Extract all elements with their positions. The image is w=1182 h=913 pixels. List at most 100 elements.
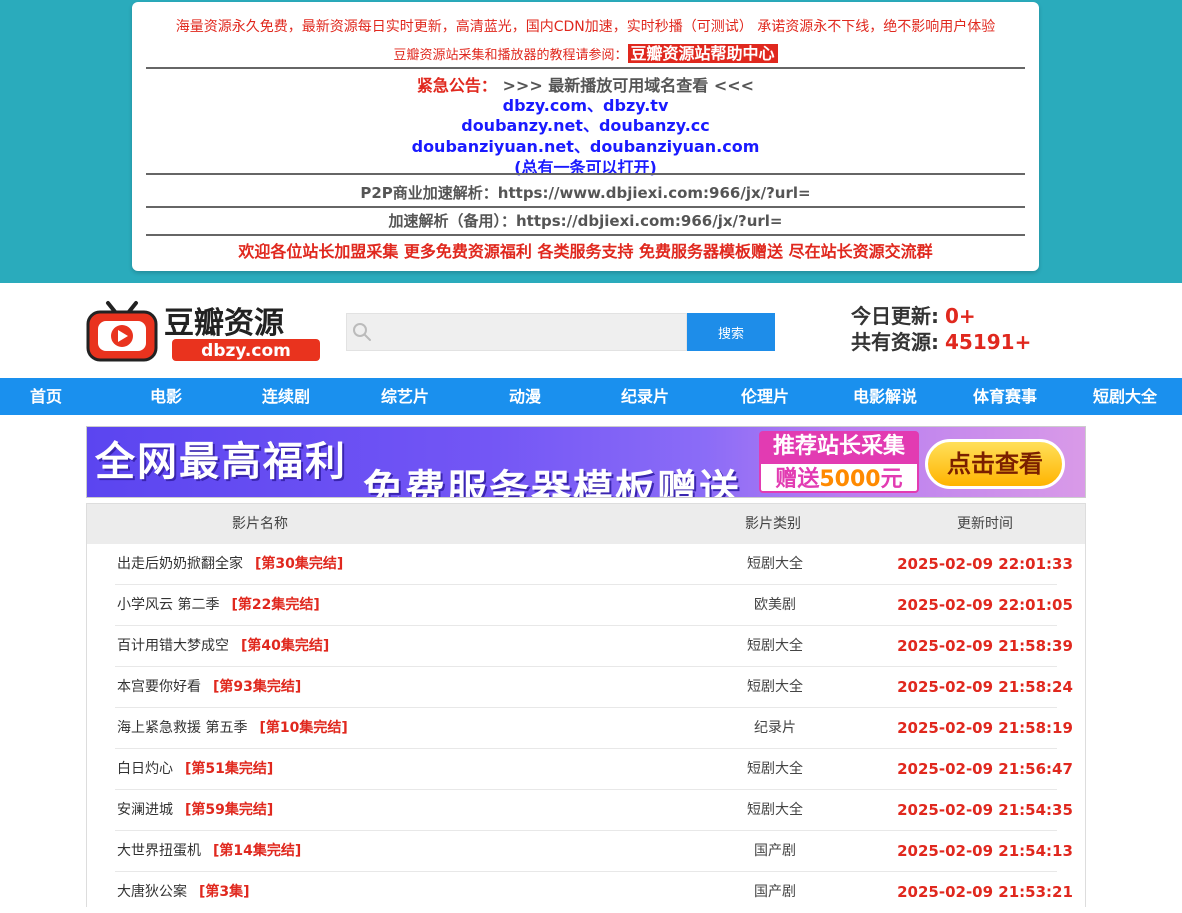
tv-logo-icon: 豆瓣资源 dbzy.com — [86, 301, 320, 362]
search-icon — [352, 322, 372, 342]
total-label: 共有资源: — [851, 330, 939, 354]
header-time: 更新时间 — [957, 516, 1013, 532]
movie-title-cell: 安澜进城 [第59集完结] — [117, 790, 273, 830]
movie-title-cell: 白日灼心 [第51集完结] — [117, 749, 273, 789]
nav-item-commentary[interactable]: 电影解说 — [825, 378, 945, 415]
update-table: 影片名称 影片类别 更新时间 出走后奶奶掀翻全家 [第30集完结] 短剧大全 20… — [86, 503, 1086, 907]
update-time: 2025-02-09 21:58:19 — [897, 719, 1073, 737]
today-updates: 今日更新: 0+ — [851, 303, 1031, 329]
movie-title[interactable]: 小学风云 第二季 — [117, 597, 219, 613]
update-time: 2025-02-09 21:53:21 — [897, 883, 1073, 901]
ad-tag-prefix: 赠送 — [775, 467, 820, 492]
update-time: 2025-02-09 21:58:39 — [897, 637, 1073, 655]
movie-title-cell: 小学风云 第二季 [第22集完结] — [117, 585, 320, 625]
logo-text-cn: 豆瓣资源 — [164, 306, 284, 341]
update-time: 2025-02-09 22:01:05 — [897, 596, 1073, 614]
movie-title[interactable]: 大唐狄公案 — [117, 884, 187, 900]
search-bar: 搜索 — [346, 313, 776, 351]
notice-help-prefix: 豆瓣资源站采集和播放器的教程请参阅： — [393, 48, 628, 63]
movie-title[interactable]: 出走后奶奶掀翻全家 — [117, 556, 243, 572]
welcome-text: 欢迎各位站长加盟采集 更多免费资源福利 各类服务支持 免费服务器模板赠送 尽在站… — [238, 242, 933, 261]
movie-title[interactable]: 海上紧急救援 第五季 — [117, 720, 247, 736]
nav-item-series[interactable]: 连续剧 — [226, 378, 346, 415]
episode-status: [第30集完结] — [255, 556, 344, 572]
nav-item-variety[interactable]: 综艺片 — [345, 378, 465, 415]
table-header: 影片名称 影片类别 更新时间 — [87, 504, 1085, 544]
update-time: 2025-02-09 21:58:24 — [897, 678, 1073, 696]
movie-title-cell: 出走后奶奶掀翻全家 [第30集完结] — [117, 544, 343, 584]
movie-title-cell: 百计用错大梦成空 [第40集完结] — [117, 626, 329, 666]
update-stats: 今日更新: 0+ 共有资源: 45191+ — [851, 303, 1031, 355]
nav-item-ethics[interactable]: 伦理片 — [705, 378, 825, 415]
update-time: 2025-02-09 22:01:33 — [897, 555, 1073, 573]
total-count: 45191+ — [945, 330, 1032, 354]
nav-item-anime[interactable]: 动漫 — [465, 378, 585, 415]
movie-title[interactable]: 大世界扭蛋机 — [117, 843, 201, 859]
help-center-link[interactable]: 豆瓣资源站帮助中心 — [627, 44, 778, 63]
table-row[interactable]: 大世界扭蛋机 [第14集完结] 国产剧 2025-02-09 21:54:13 — [115, 831, 1073, 872]
movie-type: 短剧大全 — [747, 761, 803, 777]
table-row[interactable]: 出走后奶奶掀翻全家 [第30集完结] 短剧大全 2025-02-09 22:01:… — [115, 544, 1073, 585]
today-label: 今日更新: — [851, 304, 939, 328]
movie-type: 短剧大全 — [747, 802, 803, 818]
table-row[interactable]: 安澜进城 [第59集完结] 短剧大全 2025-02-09 21:54:35 — [115, 790, 1073, 831]
movie-type: 短剧大全 — [747, 556, 803, 572]
header-type: 影片类别 — [745, 516, 801, 532]
ad-tag-bottom: 赠送5000元 — [759, 462, 919, 493]
divider — [146, 67, 1025, 69]
update-time: 2025-02-09 21:54:35 — [897, 801, 1073, 819]
episode-status: [第93集完结] — [213, 679, 302, 695]
nav-item-documentary[interactable]: 纪录片 — [585, 378, 705, 415]
logo-text-en: dbzy.com — [201, 341, 291, 361]
search-input[interactable] — [346, 313, 687, 351]
nav-item-short-drama[interactable]: 短剧大全 — [1065, 378, 1182, 415]
episode-status: [第22集完结] — [231, 597, 320, 613]
notice-line-1: 海量资源永久免费，最新资源每日实时更新，高清蓝光，国内CDN加速，实时秒播（可测… — [175, 19, 996, 35]
site-header: 豆瓣资源 dbzy.com 搜索 今日更新: 0+ 共有资源: 45191+ — [0, 283, 1182, 378]
notice-band: 海量资源永久免费，最新资源每日实时更新，高清蓝光，国内CDN加速，实时秒播（可测… — [0, 0, 1182, 283]
episode-status: [第14集完结] — [213, 843, 302, 859]
episode-status: [第10集完结] — [259, 720, 348, 736]
movie-title[interactable]: 白日灼心 — [117, 761, 173, 777]
site-logo[interactable]: 豆瓣资源 dbzy.com — [86, 299, 326, 363]
search-button[interactable]: 搜索 — [687, 313, 775, 351]
table-row[interactable]: 本宫要你好看 [第93集完结] 短剧大全 2025-02-09 21:58:24 — [115, 667, 1073, 708]
movie-type: 欧美剧 — [754, 597, 796, 613]
movie-title-cell: 本宫要你好看 [第93集完结] — [117, 667, 301, 707]
divider — [146, 206, 1025, 208]
main-nav: 首页 电影 连续剧 综艺片 动漫 纪录片 伦理片 电影解说 体育赛事 短剧大全 — [0, 378, 1182, 415]
table-row[interactable]: 百计用错大梦成空 [第40集完结] 短剧大全 2025-02-09 21:58:3… — [115, 626, 1073, 667]
notice-line-2: 豆瓣资源站采集和播放器的教程请参阅： 豆瓣资源站帮助中心 — [132, 40, 1039, 64]
ad-tag-amount: 5000 — [819, 467, 881, 492]
table-row[interactable]: 海上紧急救援 第五季 [第10集完结] 纪录片 2025-02-09 21:58:… — [115, 708, 1073, 749]
movie-title[interactable]: 安澜进城 — [117, 802, 173, 818]
movie-type: 纪录片 — [754, 720, 796, 736]
divider — [146, 234, 1025, 236]
ad-tag-top: 推荐站长采集 — [759, 431, 919, 462]
movie-type: 国产剧 — [754, 884, 796, 900]
total-resources: 共有资源: 45191+ — [851, 329, 1031, 355]
update-time: 2025-02-09 21:54:13 — [897, 842, 1073, 860]
ad-cta-button[interactable]: 点击查看 — [925, 439, 1065, 489]
movie-type: 国产剧 — [754, 843, 796, 859]
movie-title-cell: 海上紧急救援 第五季 [第10集完结] — [117, 708, 348, 748]
nav-item-sports[interactable]: 体育赛事 — [945, 378, 1065, 415]
movie-type: 短剧大全 — [747, 638, 803, 654]
update-time: 2025-02-09 21:56:47 — [897, 760, 1073, 778]
nav-item-home[interactable]: 首页 — [0, 378, 106, 415]
episode-status: [第40集完结] — [241, 638, 330, 654]
notice-panel: 海量资源永久免费，最新资源每日实时更新，高清蓝光，国内CDN加速，实时秒播（可测… — [132, 2, 1039, 271]
movie-title[interactable]: 本宫要你好看 — [117, 679, 201, 695]
nav-item-movies[interactable]: 电影 — [106, 378, 226, 415]
p2p-parse-url: P2P商业加速解析：https://www.dbjiexi.com:966/jx… — [360, 184, 811, 202]
ad-headline: 全网最高福利 — [95, 439, 347, 485]
episode-status: [第59集完结] — [185, 802, 274, 818]
episode-status: [第3集] — [199, 884, 250, 900]
ad-banner[interactable]: 全网最高福利 免费服务器模板赠送 推荐站长采集 赠送5000元 点击查看 — [86, 426, 1086, 498]
table-row[interactable]: 小学风云 第二季 [第22集完结] 欧美剧 2025-02-09 22:01:05 — [115, 585, 1073, 626]
episode-status: [第51集完结] — [185, 761, 274, 777]
table-row[interactable]: 白日灼心 [第51集完结] 短剧大全 2025-02-09 21:56:47 — [115, 749, 1073, 790]
movie-title[interactable]: 百计用错大梦成空 — [117, 638, 229, 654]
header-title: 影片名称 — [232, 516, 288, 532]
movie-title-cell: 大唐狄公案 [第3集] — [117, 872, 250, 912]
